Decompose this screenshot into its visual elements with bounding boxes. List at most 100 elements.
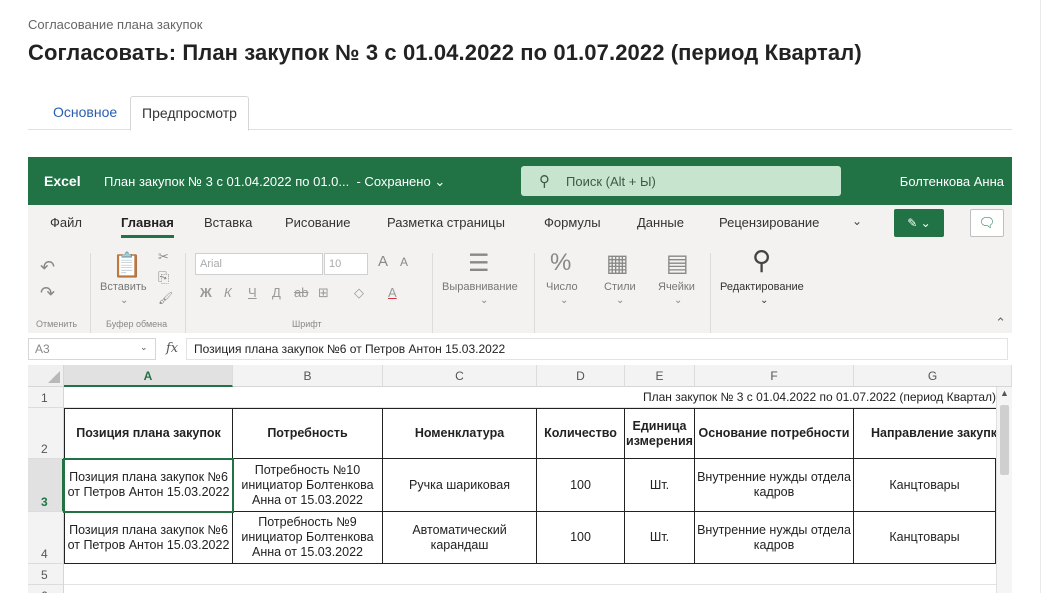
menu-file[interactable]: Файл <box>50 215 82 230</box>
table-cell[interactable]: Ручка шариковая <box>383 459 537 512</box>
paste-button[interactable]: Вставить <box>100 281 147 293</box>
undo-group-label: Отменить <box>36 319 78 329</box>
row-header[interactable]: 3 <box>28 459 64 512</box>
undo-icon[interactable]: ↶ <box>40 257 55 278</box>
comment-icon[interactable]: 🗨 <box>970 209 1004 237</box>
editing-mode-button[interactable]: ✎ ⌄ <box>894 209 944 237</box>
header-cell[interactable]: Номенклатура <box>383 408 537 459</box>
table-cell[interactable]: Автоматический карандаш <box>383 512 537 564</box>
table-title-cell[interactable]: План закупок № 3 с 01.04.2022 по 01.07.2… <box>64 388 996 407</box>
italic-button[interactable]: К <box>224 285 232 300</box>
column-header[interactable]: E <box>625 365 695 387</box>
row-header[interactable]: 5 <box>28 564 64 585</box>
styles-button[interactable]: Стили <box>604 281 636 293</box>
collapse-ribbon-icon[interactable]: ⌃ <box>995 315 1006 331</box>
font-color-icon[interactable]: A <box>388 285 397 300</box>
grow-font-icon[interactable]: A <box>378 253 388 270</box>
chevron-down-icon: ⌄ <box>434 174 446 189</box>
chevron-down-icon[interactable]: ⌄ <box>616 295 624 306</box>
header-cell[interactable]: Направление закупки <box>854 408 1012 459</box>
table-cell[interactable]: Потребность №9 инициатор Болтенкова Анна… <box>233 512 383 564</box>
table-cell[interactable]: Шт. <box>625 512 695 564</box>
cells-button[interactable]: Ячейки <box>658 281 695 293</box>
menu-page-layout[interactable]: Разметка страницы <box>387 215 505 230</box>
user-name[interactable]: Болтенкова Анна <box>900 174 1004 189</box>
editing-button[interactable]: Редактирование <box>720 281 804 293</box>
vertical-scrollbar[interactable]: ▲ <box>996 387 1012 593</box>
menu-insert[interactable]: Вставка <box>204 215 252 230</box>
menu-data[interactable]: Данные <box>637 215 684 230</box>
chevron-down-icon[interactable]: ⌄ <box>140 342 148 353</box>
font-size-select[interactable]: 10 <box>324 253 368 275</box>
strikethrough-button[interactable]: ab <box>294 285 308 300</box>
redo-icon[interactable]: ↷ <box>40 283 55 304</box>
scrollbar-thumb[interactable] <box>1000 405 1009 475</box>
header-cell[interactable]: Основание потребности <box>695 408 854 459</box>
format-painter-icon[interactable]: 🖌 <box>158 291 173 305</box>
table-cell[interactable]: Канцтовары <box>854 459 996 512</box>
name-box[interactable]: A3 <box>28 338 156 360</box>
scroll-up-icon[interactable]: ▲ <box>1000 388 1009 398</box>
header-cell[interactable]: Количество <box>537 408 625 459</box>
tab-preview[interactable]: Предпросмотр <box>130 96 249 131</box>
chevron-down-icon[interactable]: ⌄ <box>852 214 862 228</box>
row-header[interactable]: 1 <box>28 387 64 408</box>
fill-color-icon[interactable]: ◇ <box>354 285 364 301</box>
spreadsheet-grid[interactable]: A B C D E F G 1 2 3 4 5 6 План закупок №… <box>28 365 1012 593</box>
tab-main[interactable]: Основное <box>42 96 128 130</box>
column-header[interactable]: A <box>64 365 233 387</box>
select-all-corner[interactable] <box>28 365 64 387</box>
number-button[interactable]: Число <box>546 281 578 293</box>
chevron-down-icon[interactable]: ⌄ <box>480 295 488 306</box>
paste-icon[interactable]: 📋 <box>112 251 142 280</box>
table-cell[interactable]: Позиция плана закупок №6 от Петров Антон… <box>64 512 233 564</box>
table-cell[interactable]: Потребность №10 инициатор Болтенкова Анн… <box>233 459 383 512</box>
function-icon[interactable]: fx <box>166 341 178 356</box>
underline-button[interactable]: Ч <box>248 285 257 300</box>
chevron-down-icon[interactable]: ⌄ <box>674 295 682 306</box>
strike-button[interactable]: Д <box>272 285 281 300</box>
column-header[interactable]: G <box>854 365 1012 387</box>
borders-icon[interactable]: ⊞ <box>318 285 329 301</box>
menu-formulas[interactable]: Формулы <box>544 215 601 230</box>
table-cell[interactable]: Внутренние нужды отдела кадров <box>695 512 854 564</box>
shrink-font-icon[interactable]: A <box>400 255 408 269</box>
header-cell[interactable]: Единица измерения <box>625 408 695 459</box>
breadcrumb[interactable]: Согласование плана закупок <box>28 17 202 32</box>
header-cell[interactable]: Потребность <box>233 408 383 459</box>
table-cell[interactable]: Внутренние нужды отдела кадров <box>695 459 854 512</box>
search-icon[interactable]: ⚲ <box>752 245 771 276</box>
search-input[interactable]: ⚲ Поиск (Alt + Ы) <box>521 166 841 196</box>
column-header[interactable]: F <box>695 365 854 387</box>
chevron-down-icon[interactable]: ⌄ <box>120 295 128 306</box>
document-title[interactable]: План закупок № 3 с 01.04.2022 по 01.0...… <box>104 174 445 190</box>
column-header[interactable]: B <box>233 365 383 387</box>
alignment-button[interactable]: Выравнивание <box>442 281 518 293</box>
chevron-down-icon[interactable]: ⌄ <box>560 295 568 306</box>
menu-home[interactable]: Главная <box>121 215 174 238</box>
styles-icon[interactable]: ▦ <box>606 249 629 278</box>
chevron-down-icon[interactable]: ⌄ <box>760 295 768 306</box>
font-group-label: Шрифт <box>292 319 322 329</box>
excel-logo[interactable]: Excel <box>44 173 81 189</box>
column-header[interactable]: C <box>383 365 537 387</box>
formula-input[interactable]: Позиция плана закупок №6 от Петров Антон… <box>186 338 1008 360</box>
menu-draw[interactable]: Рисование <box>285 215 350 230</box>
row-header[interactable]: 6 <box>28 585 64 593</box>
column-header[interactable]: D <box>537 365 625 387</box>
cells-icon[interactable]: ▤ <box>666 249 689 278</box>
row-header[interactable]: 2 <box>28 408 64 459</box>
table-cell[interactable]: 100 <box>537 459 625 512</box>
bold-button[interactable]: Ж <box>200 285 212 300</box>
align-icon[interactable]: ☰ <box>468 249 490 278</box>
table-cell[interactable]: Шт. <box>625 459 695 512</box>
table-cell[interactable]: Канцтовары <box>854 512 996 564</box>
copy-icon[interactable]: ⎘ <box>158 269 169 286</box>
row-header[interactable]: 4 <box>28 512 64 564</box>
table-cell[interactable]: 100 <box>537 512 625 564</box>
font-name-select[interactable]: Arial <box>195 253 323 275</box>
menu-review[interactable]: Рецензирование <box>719 215 819 230</box>
header-cell[interactable]: Позиция плана закупок <box>64 408 233 459</box>
cut-icon[interactable]: ✂ <box>158 249 169 265</box>
number-icon[interactable]: % <box>550 249 571 277</box>
